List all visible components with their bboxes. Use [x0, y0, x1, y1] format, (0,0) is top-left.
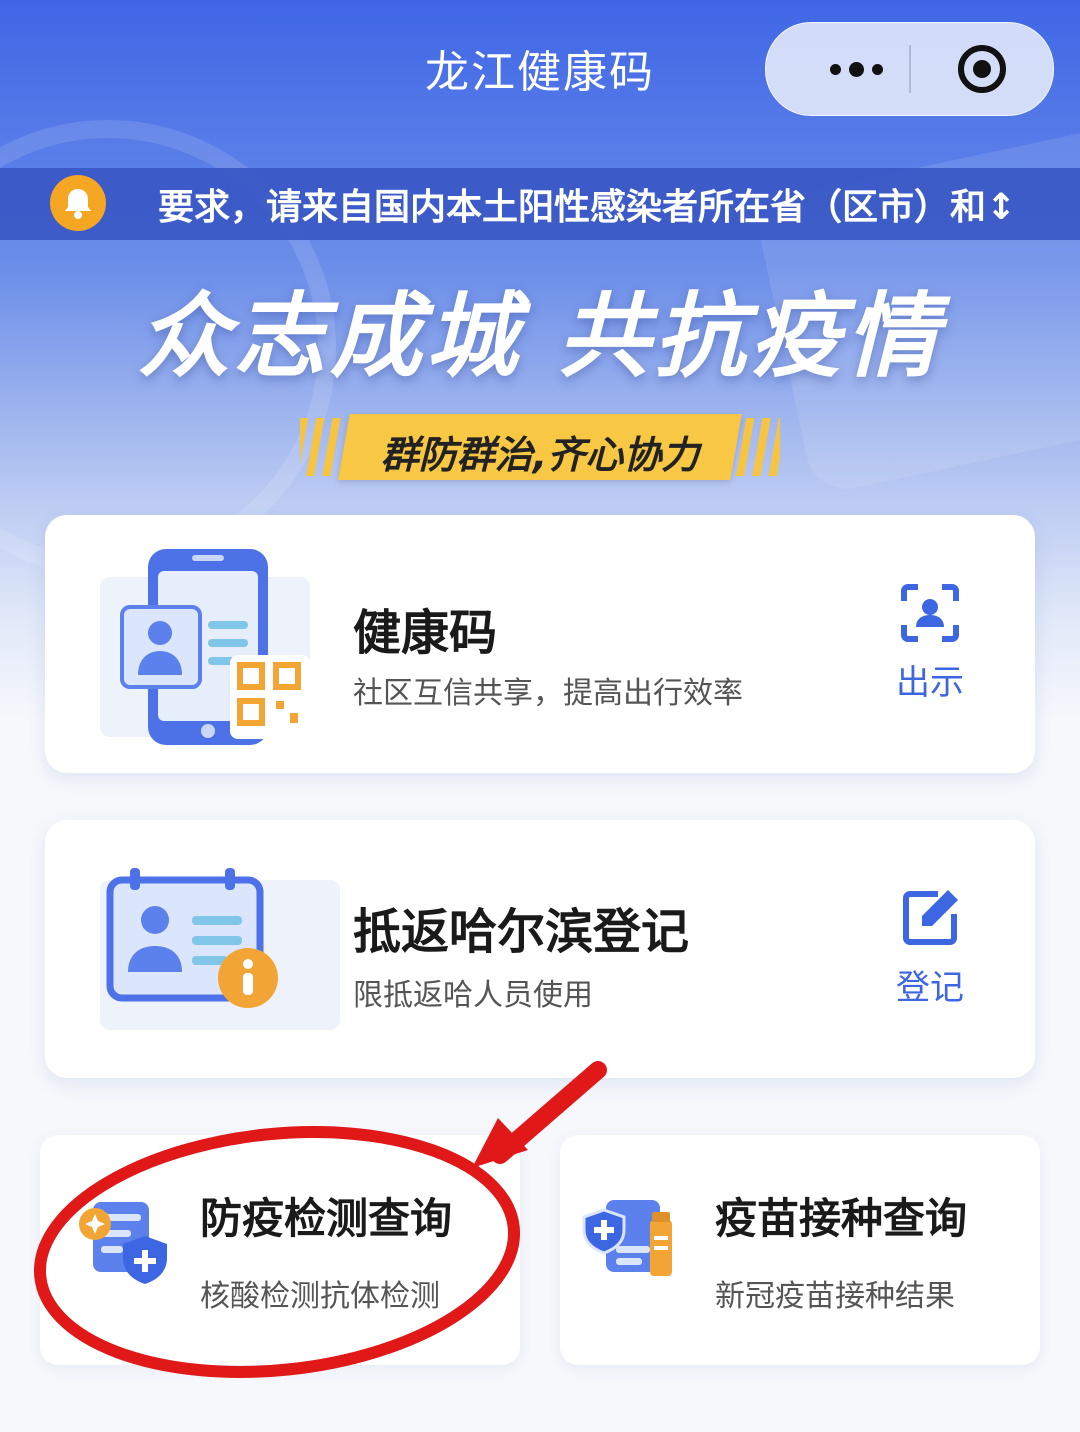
card-title: 健康码	[353, 605, 498, 661]
card-title: 抵返哈尔滨登记	[353, 904, 690, 960]
hero-slogan: 众志成城 共抗疫情	[137, 283, 943, 390]
card-subtitle: 限抵返哈人员使用	[353, 978, 593, 1013]
card-subtitle: 社区互信共享，提高出行效率	[353, 676, 743, 711]
face-scan-icon	[901, 584, 959, 642]
edit-form-icon	[903, 890, 958, 945]
id-card-info-illustration	[100, 868, 340, 1030]
vaccine-query-card[interactable]: 疫苗接种查询 新冠疫苗接种结果	[560, 1135, 1040, 1365]
test-report-shield-icon	[79, 1202, 167, 1284]
register-label: 登记	[896, 968, 964, 1008]
register-button[interactable]: 登记	[875, 886, 985, 1009]
health-code-card[interactable]: 健康码 社区互信共享，提高出行效率 出示	[45, 515, 1035, 773]
mini-program-capsule	[765, 22, 1054, 116]
service-title: 防疫检测查询	[200, 1194, 453, 1243]
show-code-label: 出示	[896, 663, 964, 703]
target-circle-icon[interactable]	[956, 43, 1008, 95]
title-bar: 龙江健康码	[0, 0, 1080, 140]
more-dots-icon[interactable]	[806, 23, 906, 115]
service-subtitle: 新冠疫苗接种结果	[715, 1279, 955, 1314]
capsule-divider	[909, 45, 911, 93]
phone-qr-illustration	[100, 549, 310, 745]
service-title: 疫苗接种查询	[715, 1194, 968, 1243]
return-registration-card[interactable]: 抵返哈尔滨登记 限抵返哈人员使用 登记	[45, 820, 1035, 1078]
service-subtitle: 核酸检测抗体检测	[200, 1279, 440, 1314]
slogan-banner: 群防群治,齐心协力	[300, 410, 780, 480]
vaccine-shield-icon	[582, 1200, 672, 1276]
banner-text: 群防群治,齐心协力	[380, 433, 700, 477]
test-query-card[interactable]: 防疫检测查询 核酸检测抗体检测	[40, 1135, 520, 1365]
show-code-button[interactable]: 出示	[875, 581, 985, 704]
notice-text: 要求，请来自国内本土阳性感染者所在省（区市）和↕	[158, 187, 1017, 228]
bell-icon	[50, 175, 106, 231]
notice-bar[interactable]: 要求，请来自国内本土阳性感染者所在省（区市）和↕	[0, 168, 1080, 240]
